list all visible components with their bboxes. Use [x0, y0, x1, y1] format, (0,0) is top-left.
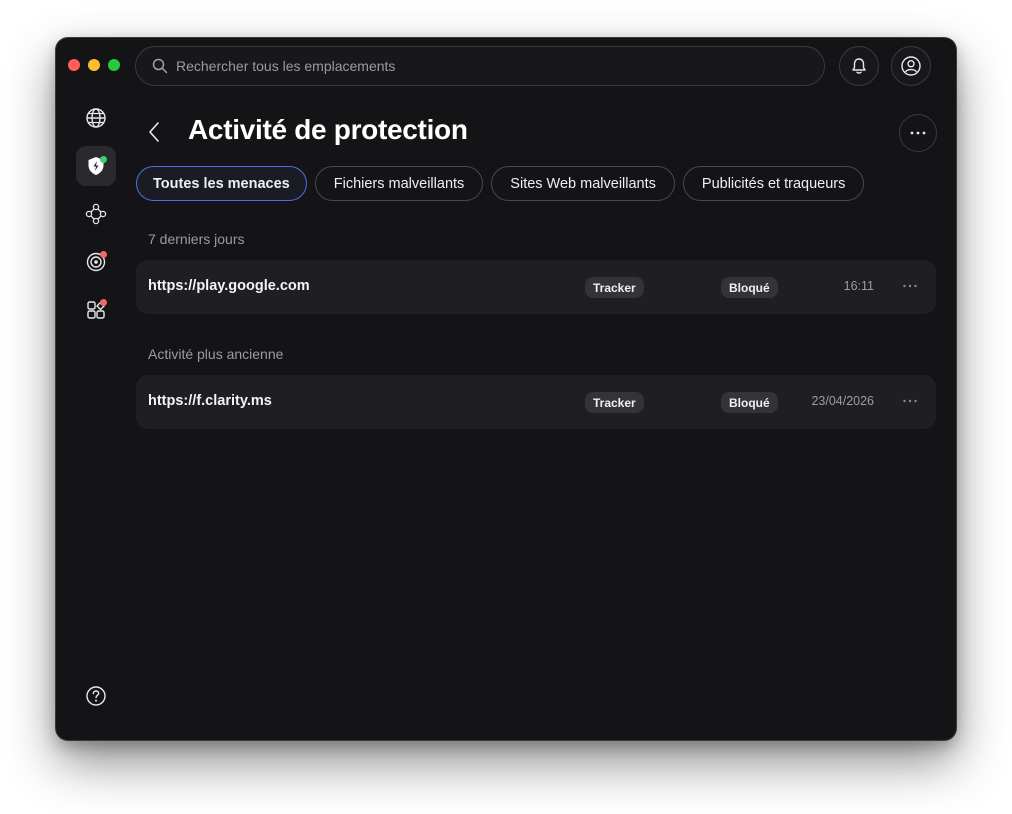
threat-type-badge: Tracker	[585, 277, 644, 298]
sidebar-item-network[interactable]	[76, 194, 116, 234]
tab-all-threats[interactable]: Toutes les menaces	[136, 166, 307, 201]
minimize-window-button[interactable]	[88, 59, 100, 71]
sidebar-item-apps[interactable]	[76, 290, 116, 330]
tab-malicious-files[interactable]: Fichiers malveillants	[314, 166, 484, 201]
notifications-button[interactable]	[839, 46, 879, 86]
search-bar[interactable]: Rechercher tous les emplacements	[135, 46, 825, 86]
activity-row[interactable]: https://play.google.com Tracker Bloqué 1…	[136, 260, 936, 314]
ellipsis-icon	[910, 131, 926, 135]
row-url: https://play.google.com	[148, 278, 310, 294]
search-icon	[152, 58, 168, 74]
app-window: Rechercher tous les emplacements Activit…	[56, 38, 956, 740]
threat-type-badge: Tracker	[585, 392, 644, 413]
alert-badge	[100, 299, 107, 306]
more-options-button[interactable]	[899, 114, 937, 152]
sidebar-item-help[interactable]	[76, 676, 116, 716]
filter-tabs: Toutes les menaces Fichiers malveillants…	[136, 166, 865, 201]
user-icon	[901, 56, 921, 76]
sidebar-item-tracking[interactable]	[76, 242, 116, 282]
row-time: 16:11	[843, 279, 874, 293]
tab-ads-trackers[interactable]: Publicités et traqueurs	[682, 166, 865, 201]
account-button[interactable]	[891, 46, 931, 86]
close-window-button[interactable]	[68, 59, 80, 71]
section-heading: 7 derniers jours	[148, 231, 245, 247]
globe-icon	[86, 108, 106, 128]
sidebar-item-protection[interactable]	[76, 146, 116, 186]
row-more-button[interactable]	[902, 275, 918, 291]
row-more-button[interactable]	[902, 390, 918, 406]
tab-malicious-websites[interactable]: Sites Web malveillants	[491, 166, 675, 201]
back-button[interactable]	[144, 120, 164, 144]
bell-icon	[852, 58, 866, 74]
section-heading: Activité plus ancienne	[148, 346, 284, 362]
row-url: https://f.clarity.ms	[148, 393, 272, 409]
ellipsis-icon	[903, 284, 917, 288]
maximize-window-button[interactable]	[108, 59, 120, 71]
row-time: 23/04/2026	[811, 394, 874, 408]
alert-badge	[100, 251, 107, 258]
chevron-left-icon	[149, 122, 159, 142]
search-placeholder: Rechercher tous les emplacements	[176, 58, 396, 74]
sidebar-item-web[interactable]	[76, 98, 116, 138]
sidebar	[76, 98, 116, 740]
status-badge: Bloqué	[721, 392, 778, 413]
activity-row[interactable]: https://f.clarity.ms Tracker Bloqué 23/0…	[136, 375, 936, 429]
page-title: Activité de protection	[188, 114, 468, 145]
network-icon	[85, 203, 107, 225]
help-icon	[86, 686, 106, 706]
status-badge: Bloqué	[721, 277, 778, 298]
ellipsis-icon	[903, 399, 917, 403]
window-controls	[68, 59, 120, 71]
status-badge	[100, 156, 107, 163]
